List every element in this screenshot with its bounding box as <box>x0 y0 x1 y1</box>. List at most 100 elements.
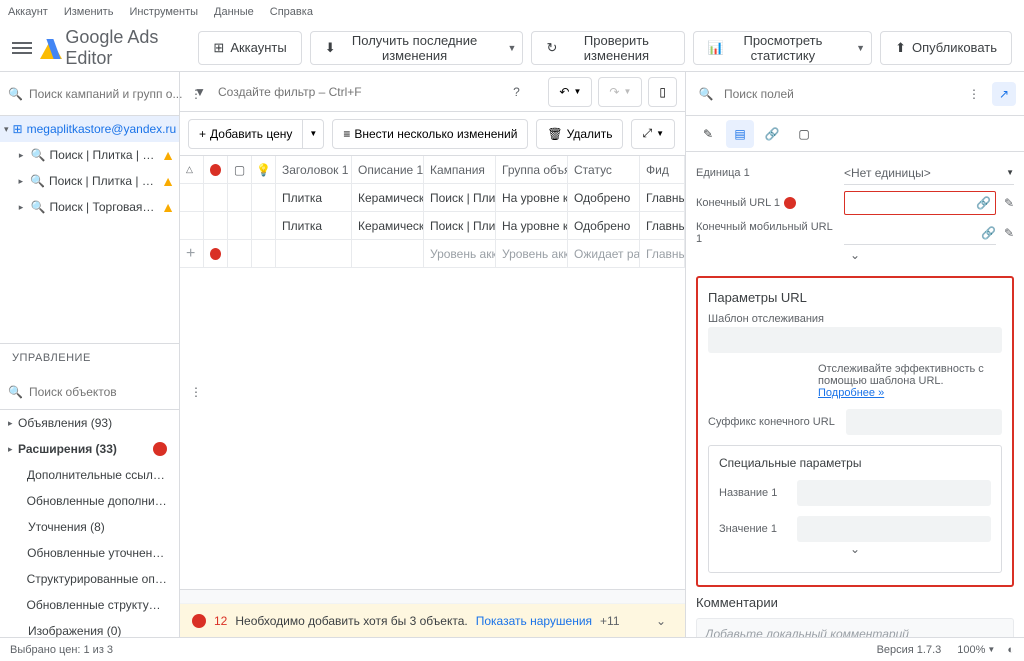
panel-toggle-button[interactable]: ▯ <box>648 77 677 107</box>
menu-help[interactable]: Справка <box>270 6 313 18</box>
unit-label: Единица 1 <box>696 167 836 179</box>
column-header[interactable]: 💡 <box>252 156 276 183</box>
column-header[interactable]: △ <box>180 156 204 183</box>
view-stats-button[interactable]: 📊Просмотреть статистику <box>693 31 852 65</box>
edit-icon[interactable]: ✎ <box>1004 226 1014 240</box>
error-icon <box>153 442 167 456</box>
view-stats-dropdown[interactable]: ▼ <box>850 31 872 65</box>
mgmt-item[interactable]: Уточнения (8) <box>0 514 179 540</box>
settings-icon[interactable]: ◐ <box>1007 644 1014 656</box>
account-row[interactable]: ▾ ⊞ megaplitkastore@yandex.ru - но... <box>0 116 179 142</box>
chevron-icon: △ <box>186 164 193 175</box>
chevron-down-icon: ▼ <box>856 43 865 53</box>
filter-input[interactable] <box>218 85 498 99</box>
column-header[interactable]: ▢ <box>228 156 252 183</box>
campaign-row[interactable]: ▸🔍Поиск | Плитка | Динам...▲ <box>0 142 179 168</box>
tab-comment[interactable]: ▢ <box>790 120 818 148</box>
help-icon[interactable]: ? <box>504 80 528 104</box>
mgmt-item[interactable]: Обновленные структурирова... <box>0 592 179 618</box>
campaign-row[interactable]: ▸🔍Поиск | Плитка | Размер...▲ <box>0 168 179 194</box>
tab-details[interactable]: ▤ <box>726 120 754 148</box>
add-price-dropdown[interactable]: ▼ <box>303 119 324 149</box>
warning-bar: 12 Необходимо добавить хотя бы 3 объекта… <box>180 603 685 637</box>
error-icon <box>210 248 221 260</box>
refresh-icon: ↻ <box>546 40 557 56</box>
unit-value[interactable]: <Нет единицы>▼ <box>844 161 1014 185</box>
campaign-icon: 🔍 <box>30 200 45 214</box>
menu-data[interactable]: Данные <box>214 6 254 18</box>
add-price-button[interactable]: + Добавить цену <box>188 119 303 149</box>
tab-edit[interactable]: ✎ <box>694 120 722 148</box>
table-row[interactable]: ПлиткаКерамическа...Поиск | Плитк...На у… <box>180 184 685 212</box>
tracking-template-input[interactable] <box>708 327 1002 353</box>
show-violations-link[interactable]: Показать нарушения <box>476 614 592 628</box>
param-name-input[interactable] <box>797 480 991 506</box>
fields-search-input[interactable] <box>724 87 956 101</box>
zoom-level[interactable]: 100% <box>957 644 985 656</box>
accounts-button[interactable]: ⊞Аккаунты <box>198 31 301 65</box>
bulk-edit-button[interactable]: ≡ Внести несколько изменений <box>332 119 528 149</box>
tab-link[interactable]: 🔗 <box>758 120 786 148</box>
column-header[interactable]: Кампания <box>424 156 496 183</box>
param-value-input[interactable] <box>797 516 991 542</box>
table-row[interactable]: +Уровень акка...Уровень акка...Ожидает р… <box>180 240 685 268</box>
publish-button[interactable]: ⬆Опубликовать <box>880 31 1012 65</box>
param-value-label: Значение 1 <box>719 523 789 535</box>
menu-edit[interactable]: Изменить <box>64 6 114 18</box>
table-row[interactable]: ПлиткаКерамическа...Поиск | Плитк...На у… <box>180 212 685 240</box>
open-external-icon[interactable]: ↗ <box>992 82 1016 106</box>
stats-icon: 📊 <box>708 40 724 56</box>
custom-params-title: Специальные параметры <box>719 456 991 470</box>
column-header[interactable]: Группа объявл... <box>496 156 568 183</box>
column-header[interactable]: Статус <box>568 156 640 183</box>
horizontal-scrollbar[interactable] <box>180 589 685 603</box>
expand-toggle[interactable]: ⌄ <box>696 248 1014 268</box>
chevron-down-icon: ▼ <box>987 645 995 654</box>
mgmt-item[interactable]: Обновленные уточнения (0) <box>0 540 179 566</box>
redo-button[interactable]: ↷ ▼ <box>598 77 642 107</box>
chevron-down-icon[interactable]: ⌄ <box>649 609 673 633</box>
menu-tools[interactable]: Инструменты <box>129 6 198 18</box>
campaign-row[interactable]: ▸🔍Поиск | Торговая компа...▲ <box>0 194 179 220</box>
campaign-search-input[interactable] <box>29 87 184 101</box>
mgmt-item[interactable]: ▸Объявления (93) <box>0 410 179 436</box>
column-header[interactable] <box>204 156 228 183</box>
mgmt-item[interactable]: Структурированные описани... <box>0 566 179 592</box>
mgmt-item[interactable]: ▸Расширения (33) <box>0 436 179 462</box>
column-header[interactable]: Фид <box>640 156 685 183</box>
check-changes-button[interactable]: ↻Проверить изменения <box>531 31 684 65</box>
menu-account[interactable]: Аккаунт <box>8 6 48 18</box>
campaign-icon: 🔍 <box>31 148 46 162</box>
data-grid[interactable]: △ ▢ 💡 Заголовок 1Описание 1КампанияГруппа о… <box>180 156 685 589</box>
warning-icon: ▲ <box>161 173 175 189</box>
edit-icon[interactable]: ✎ <box>1004 196 1014 210</box>
download-icon: ⬇ <box>325 40 336 56</box>
learn-more-link[interactable]: Подробнее » <box>818 387 884 399</box>
expand-button[interactable]: ⤢ ▼ <box>631 119 675 149</box>
more-icon[interactable]: ⋮ <box>962 82 986 106</box>
delete-button[interactable]: 🗑 Удалить <box>536 119 623 149</box>
mgmt-item[interactable]: Изображения (0) <box>0 618 179 637</box>
undo-button[interactable]: ↶ ▼ <box>548 77 592 107</box>
hamburger-icon[interactable] <box>12 36 32 60</box>
management-header: УПРАВЛЕНИЕ <box>0 344 179 374</box>
comment-input[interactable]: Добавьте локальный комментарий <box>696 618 1014 637</box>
suffix-input[interactable] <box>846 409 1002 435</box>
get-changes-button[interactable]: ⬇Получить последние изменения <box>310 31 503 65</box>
add-icon[interactable]: + <box>186 245 195 263</box>
expand-toggle[interactable]: ⌄ <box>719 542 991 562</box>
final-url-input[interactable]: 🔗 <box>844 191 996 215</box>
filter-icon[interactable]: ▼ <box>188 80 212 104</box>
warning-icon: ▲ <box>161 147 175 163</box>
bulb-icon: 💡 <box>256 163 271 177</box>
error-icon <box>192 614 206 628</box>
right-panel: 🔍 ⋮ ↗ ✎ ▤ 🔗 ▢ Единица 1 <Нет единицы>▼ К… <box>686 72 1024 637</box>
get-changes-dropdown[interactable]: ▼ <box>502 31 524 65</box>
mgmt-item[interactable]: Дополнительные ссылки (16) <box>0 462 179 488</box>
status-bar: Выбрано цен: 1 из 3 Версия 1.7.3 100% ▼ … <box>0 637 1024 661</box>
column-header[interactable]: Заголовок 1 <box>276 156 352 183</box>
mgmt-item[interactable]: Обновленные дополнительн... <box>0 488 179 514</box>
mobile-url-input[interactable]: 🔗 <box>844 221 996 245</box>
column-header[interactable]: Описание 1 <box>352 156 424 183</box>
objects-search-input[interactable] <box>29 385 184 399</box>
